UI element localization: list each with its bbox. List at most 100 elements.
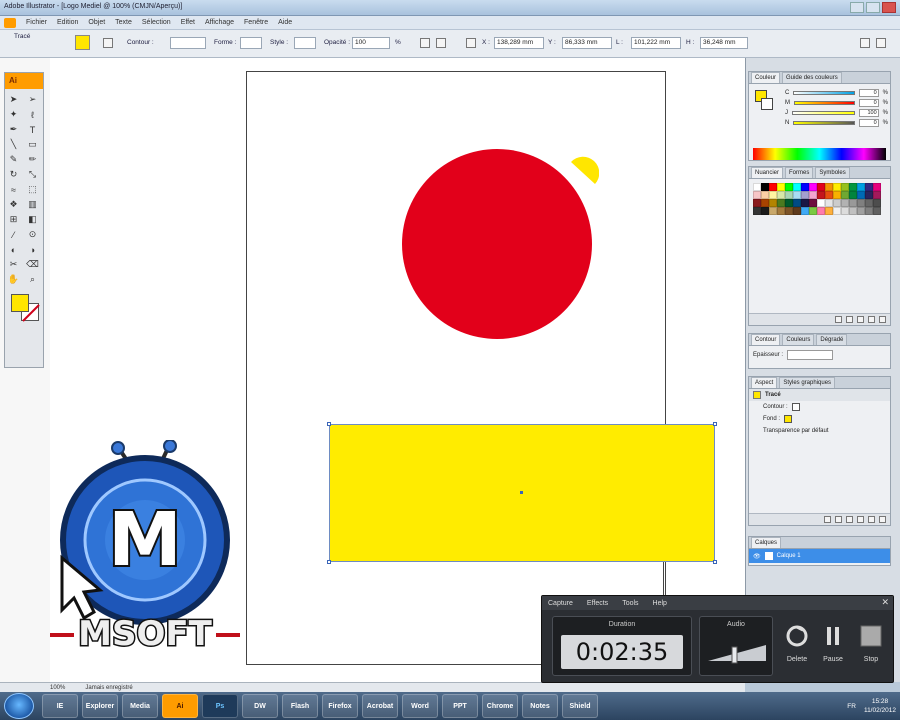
- pencil-icon[interactable]: ✏: [25, 153, 40, 166]
- audio-level-slider[interactable]: [706, 639, 768, 665]
- swatch[interactable]: [841, 199, 849, 207]
- swatch[interactable]: [833, 183, 841, 191]
- swatch[interactable]: [873, 191, 881, 199]
- swatch[interactable]: [785, 207, 793, 215]
- pen-icon[interactable]: ✒: [6, 123, 21, 136]
- tab-guide-couleurs[interactable]: Guide des couleurs: [782, 72, 842, 83]
- swatch[interactable]: [841, 183, 849, 191]
- clear-appearance-icon[interactable]: [857, 516, 864, 523]
- menu-affichage[interactable]: Affichage: [205, 19, 234, 26]
- swatch[interactable]: [873, 207, 881, 215]
- swatch[interactable]: [809, 199, 817, 207]
- duplicate-item-icon[interactable]: [868, 516, 875, 523]
- swatch-library-icon[interactable]: [835, 316, 842, 323]
- taskbar-app-flash[interactable]: Flash: [282, 694, 318, 718]
- handle-bottom-right[interactable]: [713, 560, 717, 564]
- channel-c-slider[interactable]: [793, 91, 855, 95]
- stop-button[interactable]: Stop: [854, 618, 888, 674]
- taskbar-app-chrome[interactable]: Chrome: [482, 694, 518, 718]
- height-field[interactable]: 36,248 mm: [700, 37, 748, 49]
- channel-n-value[interactable]: 0: [858, 119, 879, 127]
- add-effect-icon[interactable]: [846, 516, 853, 523]
- swatch[interactable]: [857, 191, 865, 199]
- swatch[interactable]: [809, 183, 817, 191]
- swatch[interactable]: [801, 183, 809, 191]
- swatch[interactable]: [825, 183, 833, 191]
- tab-styles-graphiques[interactable]: Styles graphiques: [779, 377, 836, 388]
- tab-aspect[interactable]: Aspect: [751, 377, 778, 388]
- paintbrush-icon[interactable]: ✎: [6, 153, 21, 166]
- swatch[interactable]: [793, 183, 801, 191]
- type-icon[interactable]: T: [25, 123, 40, 136]
- swatch[interactable]: [865, 191, 873, 199]
- swatch[interactable]: [777, 183, 785, 191]
- reference-point-icon[interactable]: [466, 38, 476, 48]
- layer-row[interactable]: 👁 Calque 1: [749, 549, 890, 563]
- channel-c-value[interactable]: 0: [858, 89, 879, 97]
- swatch[interactable]: [769, 207, 777, 215]
- tab-degrade[interactable]: Dégradé: [816, 334, 848, 345]
- swatch[interactable]: [833, 207, 841, 215]
- swatch[interactable]: [761, 207, 769, 215]
- pause-button[interactable]: Pause: [816, 618, 850, 674]
- swatch[interactable]: [785, 191, 793, 199]
- start-button[interactable]: [4, 693, 34, 719]
- menu-effet[interactable]: Effet: [181, 19, 195, 26]
- new-group-icon[interactable]: [846, 316, 853, 323]
- layer-name[interactable]: Calque 1: [777, 553, 801, 559]
- panel-menu-icon[interactable]: [860, 38, 870, 48]
- rectangle-icon[interactable]: ▭: [25, 138, 40, 151]
- taskbar-app-ai[interactable]: Ai: [162, 694, 198, 718]
- close-button[interactable]: [882, 2, 896, 13]
- live-paint-icon[interactable]: ◐: [6, 243, 21, 256]
- line-icon[interactable]: ╲: [6, 138, 21, 151]
- aspect-object-row[interactable]: Tracé: [749, 389, 890, 401]
- aspect-transparence-row[interactable]: Transparence par défaut: [749, 425, 890, 437]
- epaisseur-field[interactable]: [787, 350, 834, 360]
- minimize-button[interactable]: [850, 2, 864, 13]
- handle-bottom-left[interactable]: [327, 560, 331, 564]
- app-icon[interactable]: [4, 17, 16, 28]
- align-icon[interactable]: [420, 38, 430, 48]
- swatch[interactable]: [793, 199, 801, 207]
- swatch[interactable]: [833, 191, 841, 199]
- brush-field[interactable]: [240, 37, 262, 49]
- swatch[interactable]: [753, 183, 761, 191]
- magic-wand-icon[interactable]: ✦: [6, 108, 21, 121]
- panel-stroke-swatch[interactable]: [761, 98, 773, 110]
- symbol-sprayer-icon[interactable]: ❖: [6, 198, 21, 211]
- direct-selection-icon[interactable]: ➢: [25, 93, 40, 106]
- channel-m-slider[interactable]: [794, 101, 856, 105]
- swatch[interactable]: [849, 199, 857, 207]
- selection-icon[interactable]: ➤: [6, 93, 21, 106]
- stroke-weight-field[interactable]: [170, 37, 206, 49]
- swatch[interactable]: [809, 207, 817, 215]
- taskbar-app-word[interactable]: Word: [402, 694, 438, 718]
- taskbar-app-explorer[interactable]: Explorer: [82, 694, 118, 718]
- eraser-icon[interactable]: ⌫: [25, 258, 40, 271]
- blend-icon[interactable]: ⊙: [25, 228, 40, 241]
- tab-couleur[interactable]: Couleur: [751, 72, 781, 83]
- swatch[interactable]: [777, 207, 785, 215]
- menu-objet[interactable]: Objet: [88, 19, 105, 26]
- zoom-level[interactable]: 100%: [50, 685, 65, 691]
- rotate-icon[interactable]: ↻: [6, 168, 21, 181]
- clock[interactable]: 15:28 11/02/2012: [864, 697, 896, 715]
- delete-swatch-icon[interactable]: [879, 316, 886, 323]
- swatch[interactable]: [857, 183, 865, 191]
- swatch[interactable]: [865, 199, 873, 207]
- hand-icon[interactable]: ✋: [6, 273, 21, 286]
- warp-icon[interactable]: ≈: [6, 183, 21, 196]
- swatch[interactable]: [849, 191, 857, 199]
- maximize-button[interactable]: [866, 2, 880, 13]
- swatch[interactable]: [849, 207, 857, 215]
- swatch[interactable]: [841, 207, 849, 215]
- taskbar-app-media[interactable]: Media: [122, 694, 158, 718]
- swatch[interactable]: [785, 183, 793, 191]
- stroke-swatch[interactable]: [103, 38, 113, 48]
- taskbar-app-dw[interactable]: DW: [242, 694, 278, 718]
- swatch[interactable]: [769, 183, 777, 191]
- swatch[interactable]: [769, 191, 777, 199]
- menu-aide[interactable]: Aide: [278, 19, 292, 26]
- opacity-field[interactable]: 100: [352, 37, 390, 49]
